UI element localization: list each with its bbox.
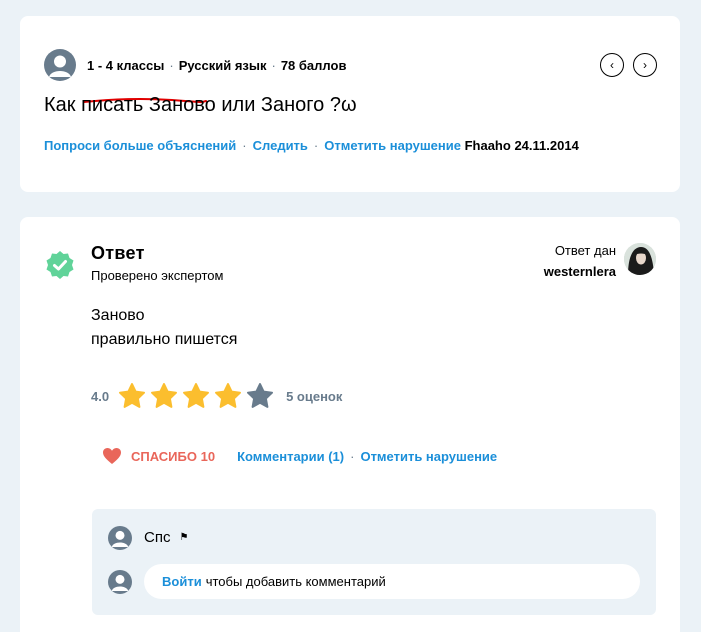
verified-badge-icon bbox=[46, 251, 74, 279]
star-icon[interactable] bbox=[150, 382, 178, 410]
subject-link[interactable]: Русский язык bbox=[179, 58, 267, 73]
answer-body: Заново правильно пишется bbox=[91, 304, 237, 352]
question-meta: 1 - 4 классы · Русский язык · 78 баллов bbox=[87, 58, 347, 73]
comments-link[interactable]: Комментарии (1) bbox=[237, 449, 344, 464]
question-author[interactable]: Fhaaho bbox=[465, 138, 511, 153]
comments-section: Спс ⚑ Войти чтобы добавить комментарий bbox=[92, 509, 656, 615]
answer-line: Заново bbox=[91, 307, 145, 324]
rating-value: 4.0 bbox=[91, 388, 110, 404]
answer-line: правильно пишется bbox=[91, 331, 238, 348]
comment-text: Спс bbox=[144, 529, 171, 546]
star-icon[interactable] bbox=[214, 382, 242, 410]
rating: 4.0 5 оценок bbox=[91, 382, 342, 410]
question-title: Как писать Заново или Заного ?ω bbox=[44, 94, 357, 116]
add-comment-field[interactable]: Войти чтобы добавить комментарий bbox=[144, 564, 640, 599]
answer-heading: Ответ bbox=[91, 243, 145, 263]
star-icon[interactable] bbox=[118, 382, 146, 410]
question-actions: Попроси больше объяснений · Следить · Отмети… bbox=[44, 138, 579, 153]
rating-count: 5 оценок bbox=[286, 388, 343, 404]
comment-item: Спс ⚑ bbox=[144, 529, 188, 546]
question-date: 24.11.2014 bbox=[514, 138, 579, 153]
heart-icon[interactable] bbox=[102, 447, 122, 465]
current-user-avatar bbox=[108, 570, 132, 594]
ask-more-link[interactable]: Попроси больше объяснений bbox=[44, 138, 236, 153]
grade-link[interactable]: 1 - 4 классы bbox=[87, 58, 164, 73]
login-link[interactable]: Войти bbox=[162, 574, 202, 589]
user-icon bbox=[111, 574, 129, 591]
prev-question-button[interactable]: ‹ bbox=[600, 53, 624, 77]
chevron-left-icon: ‹ bbox=[610, 58, 614, 72]
answerer-name[interactable]: westernlera bbox=[544, 264, 616, 279]
follow-link[interactable]: Следить bbox=[253, 138, 308, 153]
answered-by: Ответ дан westernlera bbox=[544, 243, 616, 279]
next-question-button[interactable]: › bbox=[633, 53, 657, 77]
commenter-avatar[interactable] bbox=[108, 526, 132, 550]
user-icon bbox=[111, 530, 129, 547]
star-icon[interactable] bbox=[182, 382, 210, 410]
report-answer-link[interactable]: Отметить нарушение bbox=[360, 449, 497, 464]
rating-stars[interactable] bbox=[118, 382, 278, 410]
user-icon bbox=[49, 55, 71, 77]
thanks-button[interactable]: СПАСИБО 10 bbox=[131, 449, 215, 464]
report-question-link[interactable]: Отметить нарушение bbox=[324, 138, 461, 153]
add-comment-hint: чтобы добавить комментарий bbox=[205, 574, 386, 589]
chevron-right-icon: › bbox=[643, 58, 647, 72]
points-label: 78 баллов bbox=[280, 58, 347, 73]
question-card: 1 - 4 классы · Русский язык · 78 баллов ‹ › … bbox=[20, 16, 680, 192]
answer-card: Ответ Проверено экспертом Ответ дан west… bbox=[20, 217, 680, 632]
star-icon[interactable] bbox=[246, 382, 274, 410]
answerer-photo bbox=[624, 243, 656, 275]
verified-label: Проверено экспертом bbox=[91, 268, 224, 283]
answer-actions: СПАСИБО 10 Комментарии (1) · Отметить нару… bbox=[102, 447, 497, 465]
answerer-avatar[interactable] bbox=[624, 243, 656, 275]
answered-by-label: Ответ дан bbox=[554, 243, 616, 258]
asker-avatar[interactable] bbox=[44, 49, 76, 81]
flag-icon[interactable]: ⚑ bbox=[179, 532, 188, 543]
